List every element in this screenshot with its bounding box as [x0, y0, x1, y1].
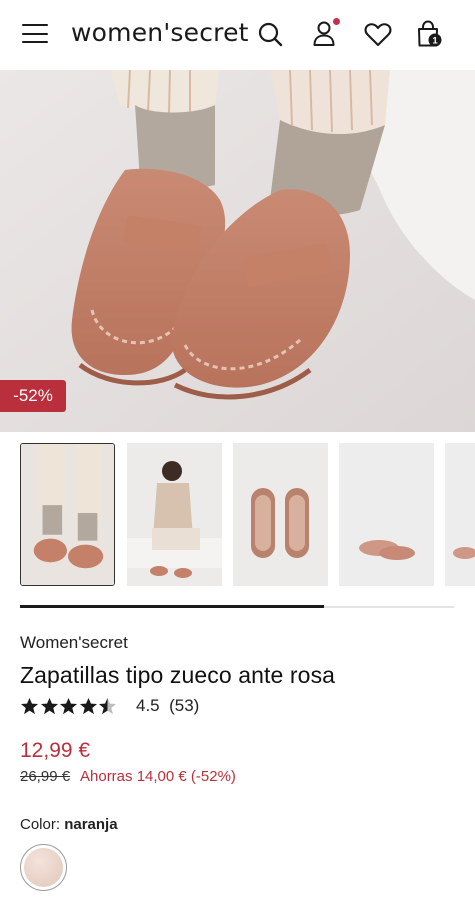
savings-text: Ahorras 14,00 € (-52%) [80, 768, 236, 785]
star-icon [20, 697, 39, 714]
color-label: Color: naranja [20, 816, 118, 833]
rating-value: 4.5 [136, 696, 160, 715]
discount-badge: -52% [0, 380, 66, 412]
cart-count: 1 [432, 36, 438, 47]
thumbnail-1[interactable] [20, 443, 115, 586]
search-icon[interactable] [256, 18, 286, 50]
current-price: 12,99 € [20, 739, 91, 762]
menu-icon[interactable] [22, 24, 48, 44]
product-title: Zapatillas tipo zueco ante rosa [20, 662, 336, 688]
product-main-image[interactable] [0, 70, 475, 432]
color-value: naranja [64, 816, 118, 833]
rating-stars[interactable] [20, 695, 118, 717]
star-icon [40, 697, 58, 714]
star-icon [59, 697, 78, 714]
color-label-text: Color: [20, 816, 61, 833]
swatch-fill [24, 848, 63, 887]
brand-logo[interactable]: women'secret [71, 18, 249, 47]
heart-icon[interactable] [363, 18, 393, 50]
thumbnail-3[interactable] [233, 443, 328, 586]
rating-summary[interactable]: 4.5 (53) [136, 696, 199, 716]
thumbnail-5[interactable] [445, 443, 475, 586]
review-count: (53) [169, 696, 200, 715]
notification-dot [333, 18, 340, 25]
product-brand: Women'secret [20, 633, 128, 652]
thumbnail-strip[interactable] [20, 443, 475, 586]
color-swatch-naranja[interactable] [20, 844, 67, 891]
star-icon [79, 697, 97, 714]
half-star-icon [98, 697, 117, 714]
original-price: 26,99 € [20, 768, 71, 785]
thumbnail-2[interactable] [127, 443, 222, 586]
bag-icon[interactable]: 1 [414, 18, 444, 50]
user-icon[interactable] [311, 18, 341, 50]
gallery-scroll-thumb[interactable] [20, 605, 324, 608]
thumbnail-4[interactable] [339, 443, 434, 586]
top-header: women'secret 1 [0, 0, 475, 70]
